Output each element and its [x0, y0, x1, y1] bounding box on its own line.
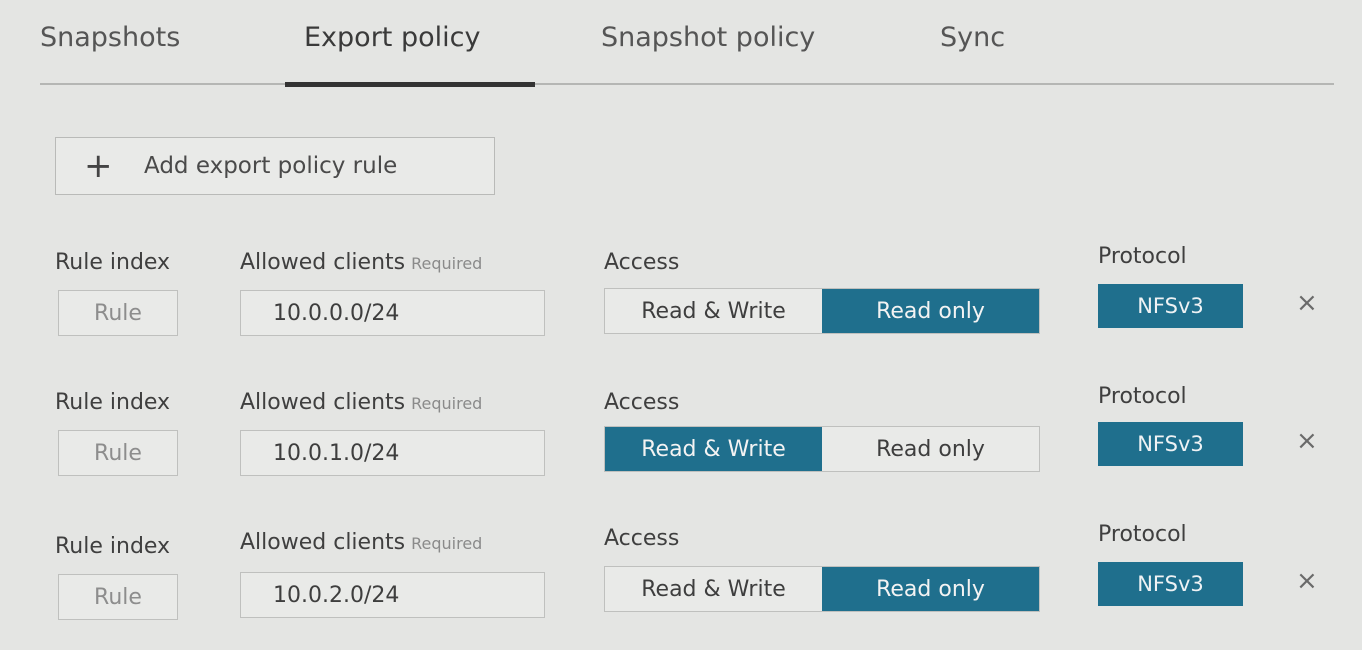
required-hint: Required [411, 534, 483, 553]
tab-snapshots[interactable]: Snapshots [40, 22, 180, 53]
tab-sync[interactable]: Sync [940, 22, 1005, 53]
access-toggle: Read & Write Read only [604, 426, 1040, 472]
protocol-label: Protocol [1098, 384, 1187, 409]
tab-bar: Snapshots Export policy Snapshot policy … [0, 0, 1362, 92]
access-read-write-button[interactable]: Read & Write [605, 427, 822, 471]
access-read-only-button[interactable]: Read only [822, 289, 1039, 333]
access-toggle: Read & Write Read only [604, 288, 1040, 334]
access-read-only-button[interactable]: Read only [822, 427, 1039, 471]
access-label: Access [604, 526, 680, 551]
tab-bar-divider [40, 83, 1334, 85]
export-rule-1: Rule index Allowed clients Required Acces… [0, 244, 1362, 370]
protocol-nfsv3-button[interactable]: NFSv3 [1098, 422, 1243, 466]
rule-index-label: Rule index [55, 390, 171, 415]
export-rule-3: Rule index Allowed clients Required Acces… [0, 522, 1362, 650]
protocol-label: Protocol [1098, 522, 1187, 547]
rule-index-label: Rule index [55, 250, 171, 275]
export-rule-2: Rule index Allowed clients Required Acces… [0, 384, 1362, 510]
required-hint: Required [411, 254, 483, 273]
access-label: Access [604, 250, 680, 275]
protocol-nfsv3-button[interactable]: NFSv3 [1098, 284, 1243, 328]
rule-index-input[interactable]: Rule [58, 430, 178, 476]
allowed-clients-label: Allowed clients Required [240, 390, 483, 415]
required-hint: Required [411, 394, 483, 413]
access-read-only-button[interactable]: Read only [822, 567, 1039, 611]
protocol-nfsv3-button[interactable]: NFSv3 [1098, 562, 1243, 606]
allowed-clients-input[interactable]: 10.0.1.0/24 [240, 430, 545, 476]
tab-export-policy[interactable]: Export policy [304, 22, 480, 53]
tab-snapshot-policy[interactable]: Snapshot policy [601, 22, 815, 53]
add-export-policy-rule-label: Add export policy rule [144, 153, 398, 179]
access-read-write-button[interactable]: Read & Write [605, 289, 822, 333]
active-tab-indicator [285, 82, 535, 87]
plus-icon: + [84, 146, 113, 186]
allowed-clients-input[interactable]: 10.0.0.0/24 [240, 290, 545, 336]
allowed-clients-label: Allowed clients Required [240, 250, 483, 275]
remove-rule-icon[interactable]: × [1296, 290, 1318, 316]
remove-rule-icon[interactable]: × [1296, 428, 1318, 454]
access-toggle: Read & Write Read only [604, 566, 1040, 612]
add-export-policy-rule-button[interactable]: + Add export policy rule [55, 137, 495, 195]
rule-index-input[interactable]: Rule [58, 290, 178, 336]
access-label: Access [604, 390, 680, 415]
rule-index-input[interactable]: Rule [58, 574, 178, 620]
access-read-write-button[interactable]: Read & Write [605, 567, 822, 611]
allowed-clients-input[interactable]: 10.0.2.0/24 [240, 572, 545, 618]
protocol-label: Protocol [1098, 244, 1187, 269]
rule-index-label: Rule index [55, 534, 171, 559]
allowed-clients-label: Allowed clients Required [240, 530, 483, 555]
remove-rule-icon[interactable]: × [1296, 568, 1318, 594]
